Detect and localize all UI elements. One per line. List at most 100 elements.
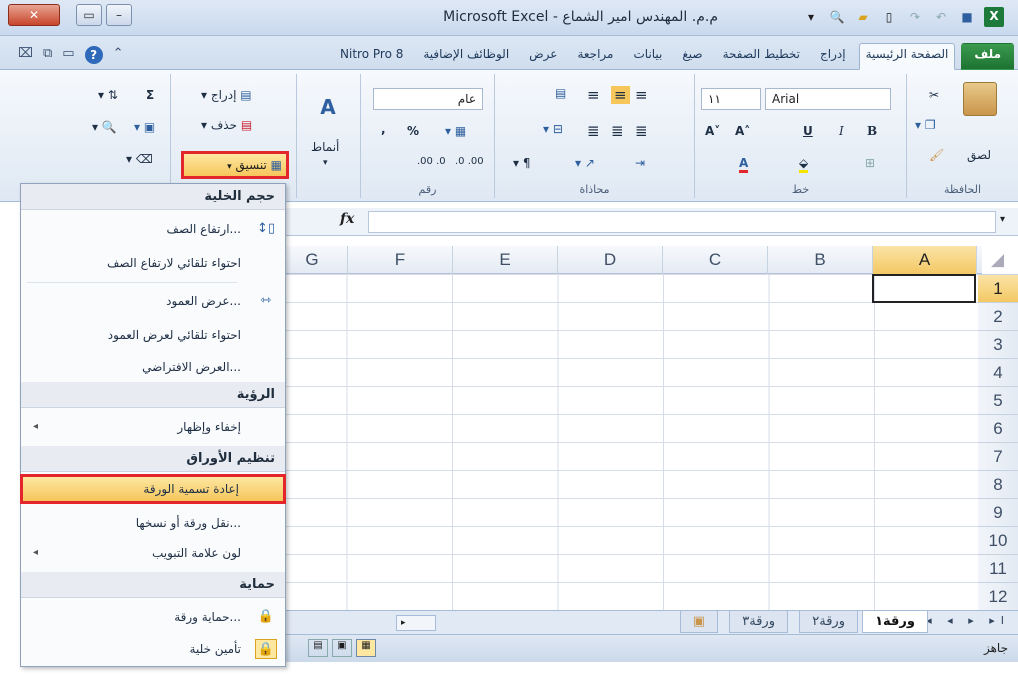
cut-icon[interactable]: ✂	[929, 88, 939, 102]
bold-button[interactable]: B	[867, 124, 877, 138]
paste-button[interactable]: لصق	[967, 148, 991, 162]
row-header[interactable]: 5	[978, 386, 1018, 414]
collapse-ribbon-icon[interactable]: ⌃	[113, 46, 124, 64]
row-header[interactable]: 9	[978, 498, 1018, 526]
column-header-d[interactable]: D	[557, 246, 662, 274]
row-header[interactable]: 6	[978, 414, 1018, 442]
new-file-icon[interactable]: ▯	[880, 8, 898, 26]
underline-button[interactable]: U	[803, 124, 813, 138]
format-painter-icon[interactable]: 🖌	[929, 148, 944, 162]
menu-rename-sheet[interactable]: إعادة تسمية الورقة	[20, 474, 286, 504]
increase-decimal-icon[interactable]: .00 .0	[417, 156, 446, 167]
tab-formulas[interactable]: صيغ	[675, 43, 709, 70]
merge-center-icon[interactable]: ▾ ⊟	[543, 122, 563, 136]
percent-button[interactable]: %	[407, 124, 419, 138]
tab-addins[interactable]: الوظائف الإضافية	[416, 43, 516, 70]
indent-icon[interactable]: ⇥	[635, 156, 645, 170]
format-button[interactable]: ▾ تنسيق ▦	[181, 151, 289, 179]
undo-icon[interactable]: ↶	[932, 8, 950, 26]
column-header-b[interactable]: B	[767, 246, 872, 274]
menu-protect-sheet[interactable]: حماية ورقة... 🔒	[21, 602, 285, 632]
menu-row-height[interactable]: ارتفاع الصف... ↕▯	[21, 214, 285, 244]
tab-insert[interactable]: إدراج	[813, 43, 853, 70]
sheet-nav-icons[interactable]: I◂ ◂ ▸ ▸I	[917, 614, 1010, 627]
font-name-field[interactable]: Arial	[765, 88, 891, 110]
row-header[interactable]: 2	[978, 302, 1018, 330]
worksheet-grid[interactable]	[286, 274, 978, 610]
find-select-icon[interactable]: ▾ 🔍	[92, 120, 117, 134]
select-all-corner[interactable]: ◢	[976, 246, 1018, 274]
align-top-icon[interactable]: ≡	[635, 86, 648, 104]
horizontal-scrollbar[interactable]: ▸	[396, 615, 436, 631]
menu-move-copy[interactable]: نقل ورقة أو نسخها...	[21, 508, 285, 538]
help-icon[interactable]: ?	[84, 46, 103, 64]
maximize-button[interactable]: ▭	[76, 4, 102, 26]
column-header-c[interactable]: C	[662, 246, 767, 274]
menu-column-width[interactable]: عرض العمود... ⇿	[21, 286, 285, 316]
sheet-tab-2[interactable]: ورقة٢	[799, 611, 858, 633]
fill-color-icon[interactable]: ⬙	[799, 156, 809, 173]
view-page-layout-icon[interactable]: ▣	[332, 639, 352, 657]
tab-data[interactable]: بيانات	[626, 43, 669, 70]
insert-sheet-icon[interactable]: ▣	[679, 611, 718, 633]
formula-input[interactable]	[368, 211, 996, 233]
sort-filter-icon[interactable]: ▾ ⇅	[98, 88, 118, 102]
row-header[interactable]: 1	[978, 274, 1018, 302]
align-middle-icon[interactable]: ≡	[611, 86, 630, 104]
tab-file[interactable]: ملف	[961, 43, 1014, 70]
selected-cell[interactable]	[872, 274, 976, 303]
comma-button[interactable]: ,	[381, 122, 386, 136]
tab-view[interactable]: عرض	[522, 43, 564, 70]
copy-icon[interactable]: ▾ ❐	[915, 118, 936, 132]
paste-icon[interactable]	[963, 82, 997, 116]
view-page-break-icon[interactable]: ▤	[308, 639, 328, 657]
minimize-window-icon[interactable]: ▭	[62, 46, 74, 64]
text-direction-icon[interactable]: ▾ ¶	[513, 156, 530, 170]
font-size-field[interactable]: ١١	[701, 88, 761, 110]
sheet-tab-1[interactable]: ورقة١	[862, 611, 928, 633]
column-header-e[interactable]: E	[452, 246, 557, 274]
wrap-text-icon[interactable]: ▤	[555, 86, 566, 100]
restore-ribbon-icon[interactable]: ⌧	[18, 46, 33, 64]
row-header[interactable]: 8	[978, 470, 1018, 498]
styles-dropdown-icon[interactable]: ▾	[323, 158, 328, 168]
menu-tab-color[interactable]: لون علامة التبويب ◂	[21, 538, 285, 568]
tab-nitro[interactable]: Nitro Pro 8	[333, 43, 410, 70]
tab-review[interactable]: مراجعة	[570, 43, 620, 70]
delete-cells-button[interactable]: ▾ حذف ▤	[201, 118, 252, 132]
borders-icon[interactable]: ⊞	[865, 156, 875, 170]
menu-hide-unhide[interactable]: إخفاء وإظهار ◂	[21, 412, 285, 442]
row-header[interactable]: 11	[978, 554, 1018, 582]
column-header-f[interactable]: F	[347, 246, 452, 274]
sheet-tab-3[interactable]: ورقة٣	[729, 611, 788, 633]
align-bottom-icon[interactable]: ≡	[587, 86, 600, 104]
column-header-a[interactable]: A	[872, 246, 976, 274]
open-folder-icon[interactable]: ▰	[854, 8, 872, 26]
restore-window-icon[interactable]: ⧉	[43, 46, 52, 64]
menu-lock-cell[interactable]: تأمين خلية 🔒	[21, 634, 285, 664]
tab-page-layout[interactable]: تخطيط الصفحة	[716, 43, 807, 70]
fill-icon[interactable]: ▾ ▣	[134, 120, 155, 134]
orientation-icon[interactable]: ▾ ↗	[575, 156, 595, 170]
row-header[interactable]: 4	[978, 358, 1018, 386]
row-header[interactable]: 12	[978, 582, 1018, 610]
minimize-button[interactable]: –	[106, 4, 132, 26]
insert-cells-button[interactable]: ▾ إدراج ▤	[201, 88, 252, 102]
styles-icon[interactable]: A	[311, 90, 345, 124]
row-header[interactable]: 3	[978, 330, 1018, 358]
font-color-icon[interactable]: A	[739, 156, 749, 173]
styles-button[interactable]: أنماط	[311, 140, 339, 154]
column-header-g[interactable]: G	[276, 246, 347, 274]
menu-default-width[interactable]: العرض الافتراضي...	[21, 352, 285, 382]
align-center-icon[interactable]: ≣	[611, 122, 624, 140]
expand-formula-icon[interactable]: ▾	[1000, 214, 1005, 225]
autosum-button[interactable]: Σ	[146, 88, 154, 102]
insert-function-button[interactable]: fx	[340, 211, 354, 227]
row-header[interactable]: 7	[978, 442, 1018, 470]
redo-icon[interactable]: ↷	[906, 8, 924, 26]
italic-button[interactable]: I	[839, 124, 844, 138]
increase-font-icon[interactable]: A˄	[735, 124, 750, 138]
decrease-decimal-icon[interactable]: .0 .00	[455, 156, 484, 167]
align-right-icon[interactable]: ≣	[635, 122, 648, 140]
clear-icon[interactable]: ▾ ⌫	[126, 152, 153, 166]
